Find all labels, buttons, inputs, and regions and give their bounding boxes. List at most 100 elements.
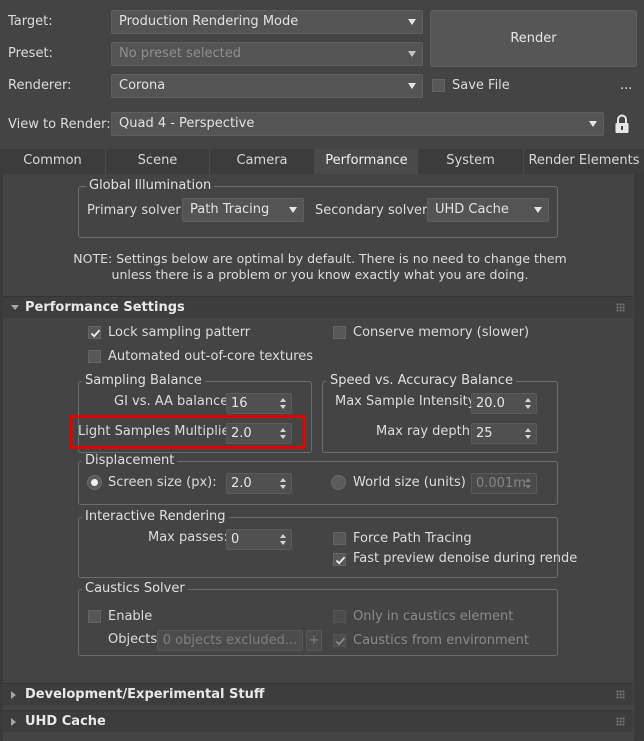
preset-value: No preset selected: [119, 46, 241, 61]
renderer-label: Renderer:: [8, 78, 72, 93]
fast-preview-label: Fast preview denoise during rende: [353, 551, 578, 566]
caustics-solver-title: Caustics Solver: [82, 581, 188, 597]
chevron-down-icon: [408, 51, 416, 57]
force-path-tracing-label: Force Path Tracing: [353, 531, 472, 546]
max-sample-intensity-value: 20.0: [476, 396, 505, 411]
max-sample-intensity-spinner[interactable]: 20.0: [471, 393, 537, 414]
caustics-env-label: Caustics from environment: [353, 633, 529, 648]
spinner-up-icon[interactable]: [525, 478, 531, 482]
secondary-solver-label: Secondary solver:: [315, 203, 432, 218]
screen-size-label: Screen size (px):: [108, 475, 217, 490]
preset-label: Preset:: [8, 46, 53, 61]
interactive-rendering-group: [78, 517, 558, 578]
more-button[interactable]: ...: [620, 78, 632, 94]
performance-settings-rollout[interactable]: Performance Settings: [3, 296, 633, 318]
spinner-up-icon[interactable]: [280, 398, 286, 402]
checkmark-icon: [90, 329, 101, 338]
world-size-spinner[interactable]: 0.001m: [471, 473, 537, 494]
view-to-render-value: Quad 4 - Perspective: [119, 116, 255, 131]
world-size-label: World size (units): [353, 475, 466, 490]
spinner-down-icon[interactable]: [525, 405, 531, 409]
only-caustics-label: Only in caustics element: [353, 609, 514, 624]
spinner-up-icon[interactable]: [280, 478, 286, 482]
spinner-up-icon[interactable]: [280, 534, 286, 538]
view-to-render-dropdown[interactable]: Quad 4 - Perspective: [111, 112, 604, 136]
tab-common[interactable]: Common: [0, 149, 106, 174]
only-caustics-checkbox[interactable]: [333, 610, 346, 623]
max-passes-spinner[interactable]: 0: [226, 529, 292, 550]
note-line-2: unless there is a problem or you know ex…: [111, 267, 529, 282]
tab-scene[interactable]: Scene: [106, 149, 210, 174]
primary-solver-value: Path Tracing: [190, 202, 270, 217]
caustics-enable-checkbox[interactable]: [88, 610, 101, 623]
target-dropdown[interactable]: Production Rendering Mode: [111, 10, 423, 34]
max-passes-label: Max passes:: [148, 530, 228, 545]
grip-icon: [616, 690, 625, 699]
view-to-render-label: View to Render:: [8, 117, 111, 132]
caustics-env-checkbox[interactable]: [333, 634, 346, 647]
screen-size-spinner[interactable]: 2.0: [226, 473, 292, 494]
highlight-box: [70, 415, 306, 449]
scrollbar-track[interactable]: [634, 174, 644, 741]
objects-excluded-button[interactable]: 0 objects excluded...: [157, 630, 303, 651]
uhd-cache-title: UHD Cache: [25, 714, 106, 729]
render-button[interactable]: Render: [430, 10, 637, 67]
force-path-tracing-checkbox[interactable]: [333, 532, 346, 545]
checkmark-icon: [335, 637, 346, 646]
world-size-radio[interactable]: [331, 475, 346, 490]
spinner-up-icon[interactable]: [525, 398, 531, 402]
render-button-label: Render: [510, 31, 557, 46]
plus-icon: +: [308, 633, 320, 648]
uhd-cache-rollout[interactable]: UHD Cache: [3, 710, 633, 732]
primary-solver-label: Primary solver:: [87, 203, 185, 218]
conserve-memory-checkbox[interactable]: [333, 326, 346, 339]
collapse-triangle-icon: [11, 305, 19, 310]
spinner-down-icon[interactable]: [280, 541, 286, 545]
tab-render-elements[interactable]: Render Elements: [524, 149, 644, 174]
preset-dropdown[interactable]: No preset selected: [111, 42, 423, 66]
spinner-up-icon[interactable]: [525, 428, 531, 432]
grip-icon: [616, 717, 625, 726]
optimization-note: NOTE: Settings below are optimal by defa…: [20, 251, 620, 283]
spinner-down-icon[interactable]: [280, 485, 286, 489]
lock-sampling-checkbox[interactable]: [88, 326, 101, 339]
development-title: Development/Experimental Stuff: [25, 687, 265, 702]
world-size-value: 0.001m: [476, 476, 526, 491]
tab-system[interactable]: System: [418, 149, 524, 174]
global-illumination-title: Global Illumination: [86, 178, 215, 194]
max-ray-depth-value: 25: [476, 426, 493, 441]
save-file-checkbox[interactable]: [432, 79, 445, 92]
objects-label: Objects:: [108, 632, 162, 647]
expand-triangle-icon: [11, 691, 16, 699]
checkmark-icon: [335, 556, 346, 565]
tab-camera[interactable]: Camera: [210, 149, 315, 174]
lock-sampling-label: Lock sampling patterr: [108, 325, 251, 340]
interactive-rendering-title: Interactive Rendering: [82, 509, 229, 525]
panel-left-edge: [0, 174, 3, 741]
development-rollout[interactable]: Development/Experimental Stuff: [3, 683, 633, 705]
primary-solver-dropdown[interactable]: Path Tracing: [182, 198, 304, 222]
max-ray-depth-spinner[interactable]: 25: [471, 423, 537, 444]
lock-icon[interactable]: [613, 113, 631, 135]
add-object-button[interactable]: +: [306, 630, 322, 651]
conserve-memory-label: Conserve memory (slower): [353, 325, 530, 340]
gi-aa-balance-label: GI vs. AA balance:: [114, 394, 233, 409]
spinner-down-icon[interactable]: [525, 485, 531, 489]
screen-size-radio[interactable]: [87, 475, 102, 490]
target-label: Target:: [8, 14, 53, 29]
expand-triangle-icon: [11, 718, 16, 726]
max-sample-intensity-label: Max Sample Intensity:: [335, 394, 479, 409]
target-value: Production Rendering Mode: [119, 14, 299, 29]
secondary-solver-dropdown[interactable]: UHD Cache: [427, 198, 549, 222]
displacement-title: Displacement: [82, 453, 178, 469]
objects-excluded-label: 0 objects excluded...: [162, 633, 298, 648]
spinner-down-icon[interactable]: [280, 405, 286, 409]
chevron-down-icon: [408, 83, 416, 89]
renderer-dropdown[interactable]: Corona: [111, 74, 423, 98]
fast-preview-checkbox[interactable]: [333, 553, 346, 566]
spinner-down-icon[interactable]: [525, 435, 531, 439]
gi-aa-balance-spinner[interactable]: 16: [226, 393, 292, 414]
tab-performance[interactable]: Performance: [315, 149, 418, 174]
out-of-core-checkbox[interactable]: [88, 350, 101, 363]
max-passes-value: 0: [231, 532, 240, 547]
